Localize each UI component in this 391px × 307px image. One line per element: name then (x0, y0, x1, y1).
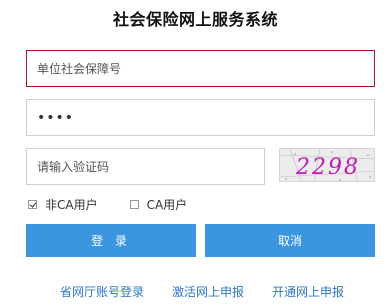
option-label: 非CA用户 (45, 198, 98, 212)
social-security-number-input[interactable] (26, 50, 375, 87)
option-non-ca-user[interactable]: 非CA用户 (28, 196, 98, 213)
open-online-declaration-link[interactable]: 开通网上申报 (272, 283, 344, 300)
checkbox-unchecked-icon[interactable] (129, 200, 139, 209)
captcha-input[interactable] (26, 148, 265, 185)
cancel-button[interactable]: 取消 (205, 224, 375, 257)
provincial-account-login-link[interactable]: 省网厅账号登录 (60, 283, 144, 300)
checkbox-checked-icon[interactable] (28, 200, 37, 209)
option-ca-user[interactable]: CA用户 (129, 196, 188, 213)
option-label: CA用户 (146, 198, 188, 212)
login-type-group: 非CA用户 CA用户 (28, 196, 219, 213)
page-title: 社会保险网上服务系统 (112, 10, 278, 29)
login-button[interactable]: 登 录 (26, 224, 196, 257)
password-field[interactable] (26, 99, 375, 136)
captcha-text: 2298 (295, 155, 360, 180)
activate-online-declaration-link[interactable]: 激活网上申报 (172, 283, 244, 300)
captcha-image[interactable]: 2298 (279, 148, 375, 182)
